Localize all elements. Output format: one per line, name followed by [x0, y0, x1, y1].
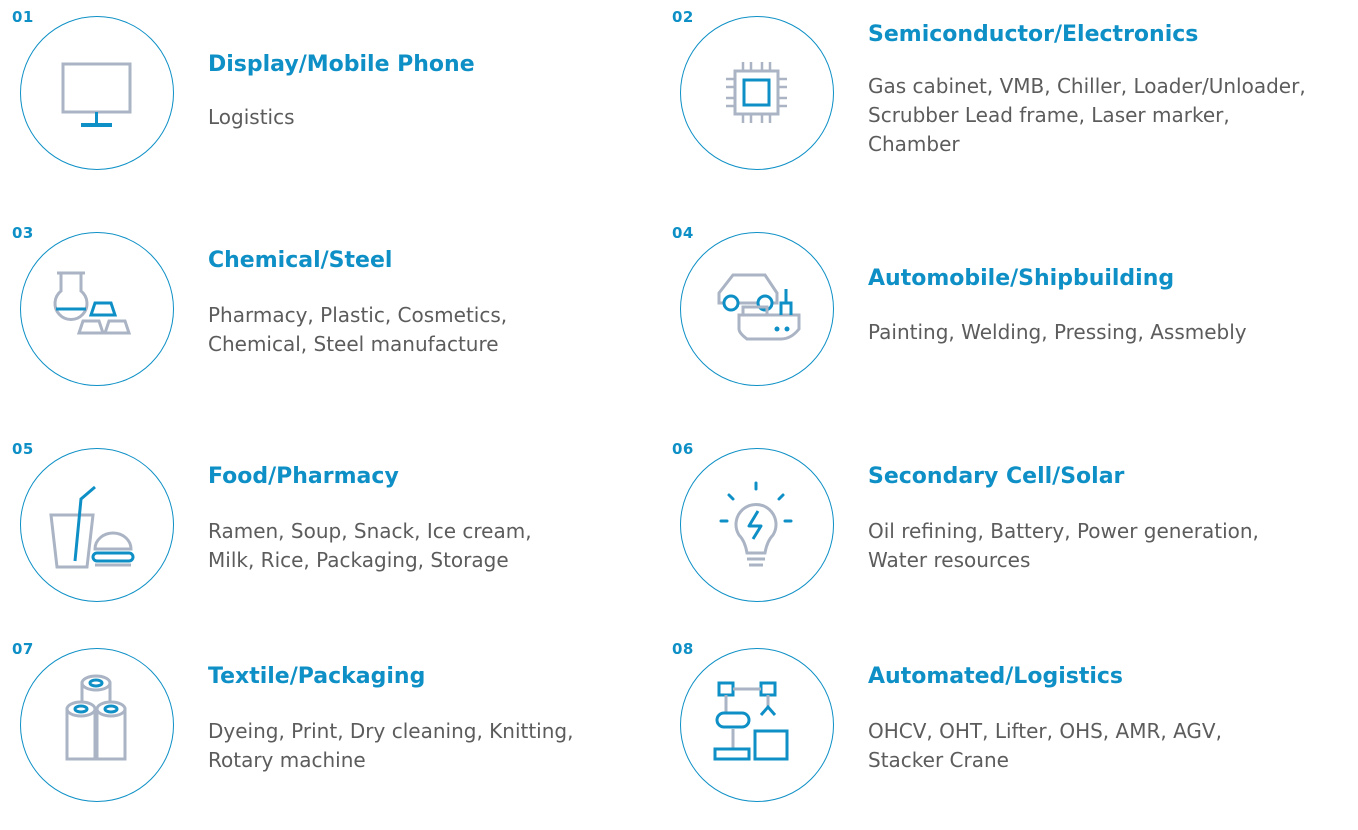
icon-circle: [680, 16, 834, 170]
fabric-rolls-icon: [65, 674, 127, 761]
industry-desc: OHCV, OHT, Lifter, OHS, AMR, AGV, Stacke…: [868, 719, 1222, 772]
car-ship-icon: [717, 273, 801, 341]
icon-circle: [20, 232, 174, 386]
icon-circle: [20, 16, 174, 170]
industry-item-semiconductor: 02 Semiconductor/Electronics Gas cabinet…: [672, 8, 1352, 198]
industry-desc: Logistics: [208, 105, 295, 129]
industry-title: Automated/Logistics: [868, 664, 1124, 689]
industry-title: Food/Pharmacy: [208, 464, 399, 489]
lightbulb-icon: [719, 481, 793, 567]
industry-title: Display/Mobile Phone: [208, 52, 475, 77]
industry-item-textile: 07 Textile/Packaging Dyeing, Print, Dry …: [12, 640, 692, 830]
industry-item-automobile: 04 Automobile/Shipbuilding Painting, Wel…: [672, 224, 1352, 414]
icon-circle: [20, 648, 174, 802]
industry-desc: Oil refining, Battery, Power generation,…: [868, 519, 1259, 572]
drink-burger-icon: [49, 485, 135, 569]
industry-desc: Ramen, Soup, Snack, Ice cream, Milk, Ric…: [208, 519, 532, 572]
icon-circle: [680, 448, 834, 602]
industry-desc: Pharmacy, Plastic, Cosmetics, Chemical, …: [208, 303, 508, 356]
industry-item-food: 05 Food/Pharmacy Ramen, Soup, Snack, Ice…: [12, 440, 692, 630]
icon-circle: [680, 232, 834, 386]
industry-desc: Dyeing, Print, Dry cleaning, Knitting, R…: [208, 719, 574, 772]
industry-title: Textile/Packaging: [208, 664, 426, 689]
industry-item-automated: 08 Automated/Logistics OHCV, OHT, Lifter…: [672, 640, 1352, 830]
industry-item-chemical: 03 Chemical/Steel Pharmacy, Plastic, Cos…: [12, 224, 692, 414]
monitor-icon: [61, 62, 132, 127]
industry-desc: Painting, Welding, Pressing, Assmebly: [868, 320, 1247, 344]
industry-item-display: 01 Display/Mobile Phone Logistics: [12, 8, 692, 198]
icon-circle: [20, 448, 174, 602]
industry-title: Automobile/Shipbuilding: [868, 266, 1175, 291]
robot-arm-icon: [713, 681, 789, 761]
flask-steel-icon: [53, 271, 132, 335]
industry-item-secondary-cell: 06 Secondary Cell/Solar Oil refining, Ba…: [672, 440, 1352, 630]
chip-icon: [726, 62, 787, 123]
industry-title: Chemical/Steel: [208, 248, 393, 273]
icon-circle: [680, 648, 834, 802]
industry-title: Secondary Cell/Solar: [868, 464, 1125, 489]
industry-title: Semiconductor/Electronics: [868, 22, 1199, 47]
industry-desc: Gas cabinet, VMB, Chiller, Loader/Unload…: [868, 74, 1306, 156]
